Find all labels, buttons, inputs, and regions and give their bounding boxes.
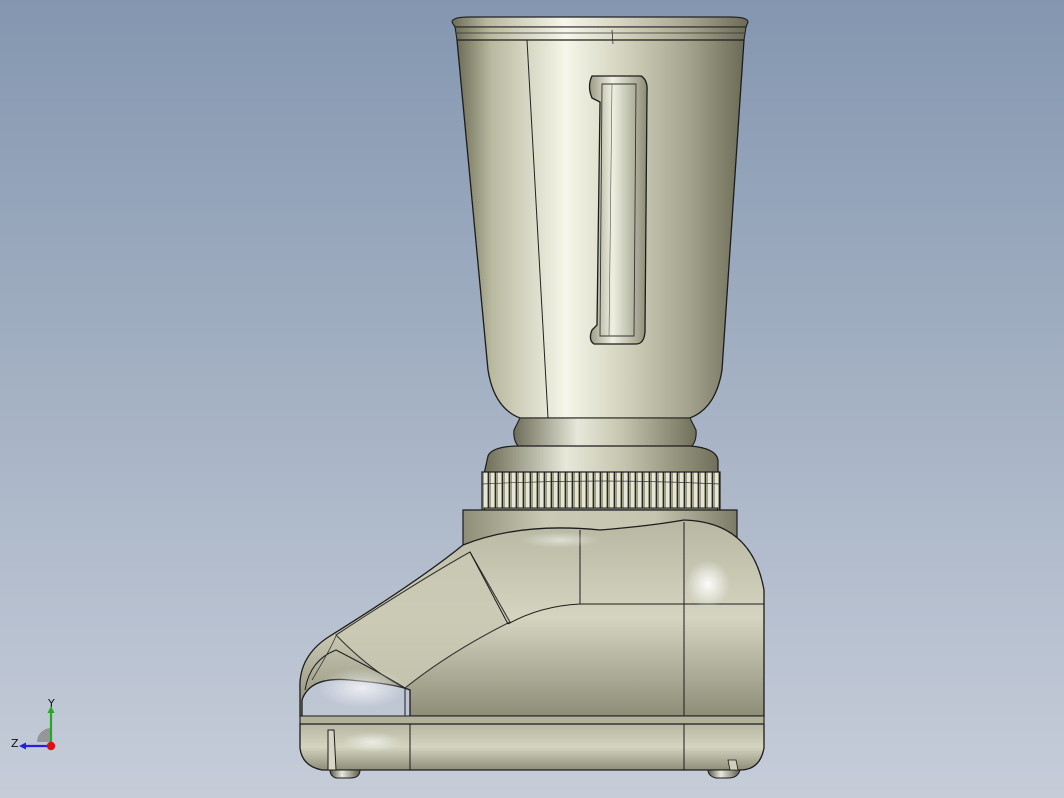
origin-dot xyxy=(46,741,56,751)
z-axis-label: Z xyxy=(11,737,19,750)
collar-ridged-ring xyxy=(481,471,721,511)
jar-lid-rim xyxy=(451,16,749,28)
jar-collar[interactable] xyxy=(481,445,721,513)
orientation-triad[interactable]: Y Z xyxy=(8,698,68,758)
graphics-viewport[interactable]: Y Z xyxy=(0,0,1064,798)
blender-jar[interactable] xyxy=(451,16,749,447)
base-trim-band xyxy=(299,715,765,725)
jar-bottom-ring xyxy=(513,417,697,447)
jar-top-band xyxy=(454,26,747,41)
motor-base[interactable] xyxy=(299,509,765,779)
model-canvas[interactable] xyxy=(0,0,1064,798)
y-axis-label: Y xyxy=(47,698,55,710)
collar-cap xyxy=(483,445,719,475)
